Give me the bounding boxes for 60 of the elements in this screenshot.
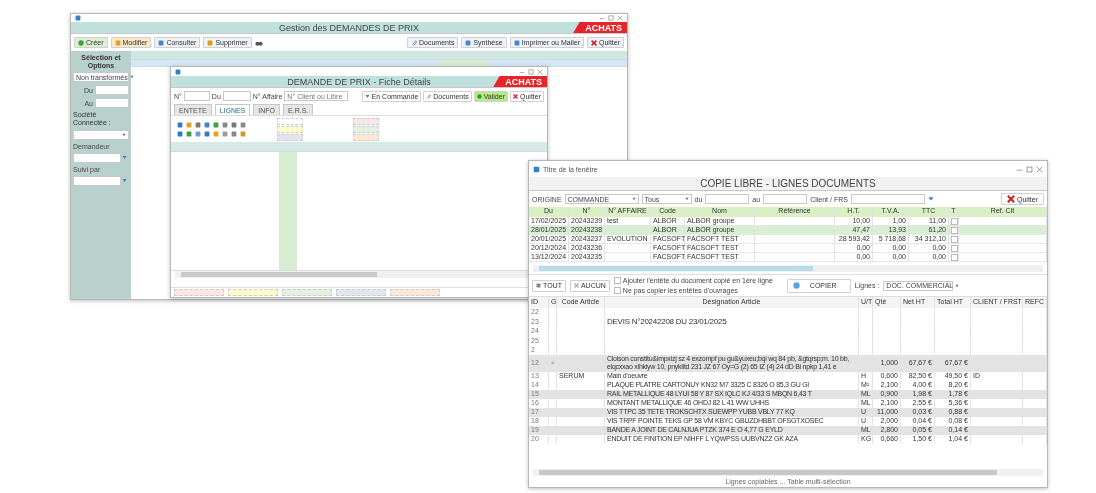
- close-icon[interactable]: [1036, 165, 1043, 173]
- row-checkbox[interactable]: [951, 226, 958, 234]
- close-icon[interactable]: [617, 15, 623, 21]
- cross-icon: [573, 283, 579, 289]
- app-icon: [175, 68, 181, 75]
- lookup-field[interactable]: [73, 175, 121, 186]
- close-icon[interactable]: [537, 68, 543, 75]
- caret-icon: [955, 283, 960, 288]
- page-title: DEMANDE DE PRIX - Fiche Détails: [287, 76, 431, 87]
- pencil-icon: [114, 39, 121, 46]
- module-badge: ACHATS: [573, 22, 627, 33]
- printer-icon: [465, 39, 472, 46]
- paperclip-icon: [411, 39, 418, 46]
- row-checkbox[interactable]: [951, 253, 958, 261]
- row-checkbox[interactable]: [951, 244, 958, 252]
- caret-icon: [129, 75, 134, 80]
- date-field[interactable]: [95, 85, 129, 96]
- close-icon: [1007, 195, 1015, 203]
- option-checkbox[interactable]: [613, 277, 621, 285]
- scrollbar-thumb[interactable]: [181, 272, 377, 277]
- row-checkbox[interactable]: [951, 235, 958, 243]
- maximize-icon[interactable]: [608, 15, 614, 21]
- app-icon: [75, 15, 81, 21]
- window-icon: [158, 39, 165, 46]
- printer-icon: [513, 39, 520, 46]
- minimize-icon[interactable]: [599, 15, 605, 21]
- row-checkbox[interactable]: [951, 217, 958, 225]
- option-checkbox[interactable]: [613, 287, 621, 295]
- app-icon: [533, 165, 540, 173]
- maximize-icon[interactable]: [1026, 165, 1033, 173]
- page-title: Gestion des DEMANDES DE PRIX: [278, 22, 419, 33]
- date-field[interactable]: [95, 98, 129, 109]
- client-field[interactable]: [850, 194, 925, 204]
- close-icon: [591, 39, 597, 46]
- eraser-icon: [207, 39, 214, 46]
- caret-icon: [122, 132, 126, 137]
- arrow-icon: [364, 93, 370, 99]
- total-swatch: [282, 289, 332, 296]
- plus-icon: [78, 39, 84, 46]
- paperclip-icon: [426, 93, 432, 99]
- number-field[interactable]: [183, 91, 210, 101]
- lookup-field[interactable]: [73, 152, 121, 163]
- page-title: COPIE LIBRE - LIGNES DOCUMENTS: [700, 178, 876, 189]
- total-swatch: [228, 289, 278, 296]
- module-badge: ACHATS: [493, 76, 547, 87]
- close-icon: [513, 93, 518, 99]
- scrollbar-thumb[interactable]: [539, 470, 998, 475]
- grid-icon: [536, 283, 541, 289]
- filter-icon: [927, 196, 934, 202]
- check-icon: [476, 93, 482, 99]
- date-field[interactable]: [222, 91, 251, 101]
- scrollbar-thumb[interactable]: [539, 266, 813, 272]
- total-swatch: [174, 289, 224, 296]
- total-swatch: [390, 289, 440, 296]
- maximize-icon[interactable]: [528, 68, 534, 75]
- date-field[interactable]: [763, 194, 808, 204]
- copy-icon: [792, 282, 800, 290]
- company-select[interactable]: [73, 129, 129, 140]
- date-field[interactable]: [705, 194, 750, 204]
- total-swatch: [336, 289, 386, 296]
